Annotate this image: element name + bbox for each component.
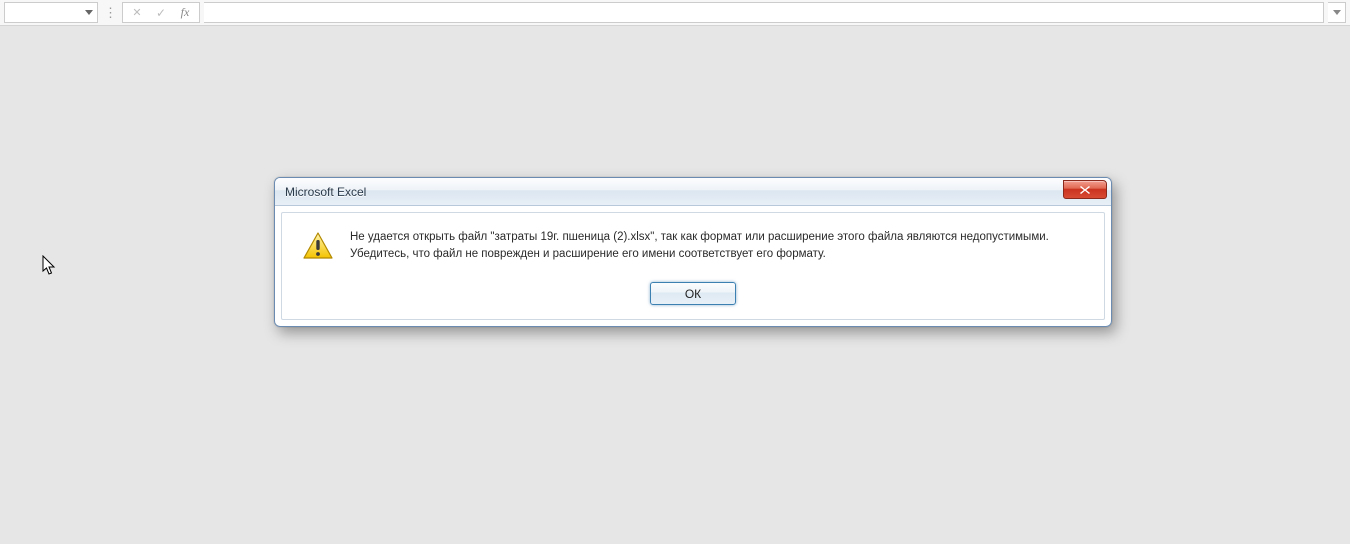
chevron-down-icon bbox=[1333, 10, 1341, 15]
close-button[interactable] bbox=[1063, 180, 1107, 199]
ok-button-label: ОК bbox=[685, 287, 701, 301]
mouse-cursor-icon bbox=[42, 255, 58, 280]
name-box[interactable] bbox=[4, 2, 98, 23]
cancel-formula-icon bbox=[125, 3, 149, 22]
dialog: Microsoft Excel bbox=[274, 177, 1112, 327]
dialog-title: Microsoft Excel bbox=[285, 185, 366, 199]
dialog-button-row: ОК bbox=[302, 282, 1084, 305]
formula-controls: fx bbox=[122, 2, 200, 23]
dialog-body: Не удается открыть файл "затраты 19г. пш… bbox=[281, 212, 1105, 320]
formula-input[interactable] bbox=[204, 2, 1324, 23]
dialog-titlebar[interactable]: Microsoft Excel bbox=[275, 178, 1111, 206]
expand-formula-button[interactable] bbox=[1328, 2, 1346, 23]
warning-icon bbox=[302, 231, 334, 264]
formula-bar: ⋮ fx bbox=[0, 0, 1350, 26]
chevron-down-icon[interactable] bbox=[85, 10, 93, 15]
close-icon bbox=[1079, 185, 1091, 195]
separator-grip-icon[interactable]: ⋮ bbox=[102, 8, 118, 18]
dialog-message: Не удается открыть файл "затраты 19г. пш… bbox=[350, 229, 1084, 262]
dialog-window: Microsoft Excel bbox=[274, 177, 1112, 327]
message-row: Не удается открыть файл "затраты 19г. пш… bbox=[302, 229, 1084, 264]
fx-icon[interactable]: fx bbox=[173, 3, 197, 22]
accept-formula-icon bbox=[149, 3, 173, 22]
ok-button[interactable]: ОК bbox=[650, 282, 736, 305]
